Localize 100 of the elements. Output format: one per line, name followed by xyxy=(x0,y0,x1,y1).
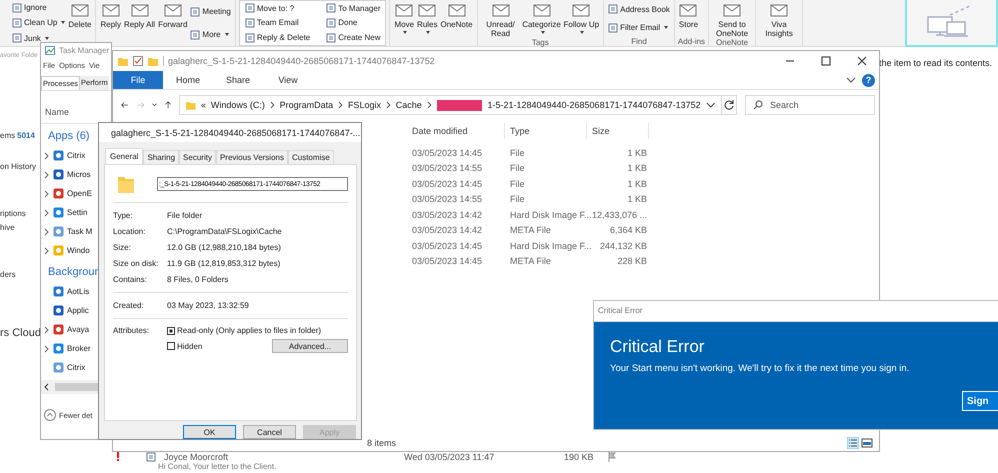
breadcrumb[interactable]: ProgramData xyxy=(280,100,334,110)
folder-label[interactable]: riptions xyxy=(0,209,26,218)
ribbon-tab[interactable]: Home xyxy=(163,71,213,89)
checkbox[interactable] xyxy=(167,342,175,350)
ribbon-button[interactable]: More xyxy=(189,29,232,40)
tab[interactable]: Customise xyxy=(288,150,334,164)
folder-label[interactable]: rs Cloud xyxy=(0,327,40,339)
process-name[interactable]: Micros xyxy=(67,170,91,179)
chevron-icon xyxy=(426,101,432,109)
process-name[interactable]: Task M xyxy=(67,227,92,236)
ribbon-tab[interactable]: View xyxy=(263,71,313,89)
field-label: Attributes: xyxy=(113,326,150,338)
flag-icon[interactable] xyxy=(608,452,616,462)
close-icon[interactable] xyxy=(857,56,867,66)
dialog-button[interactable]: Cancel xyxy=(243,425,296,439)
folder-label[interactable]: ders xyxy=(0,270,16,279)
error-heading: Critical Error xyxy=(610,337,706,357)
process-name[interactable]: Settin xyxy=(67,208,88,217)
checkbox-label[interactable]: Read-only (Only applies to files in folder) xyxy=(177,326,322,336)
process-name[interactable]: Windo xyxy=(67,246,90,255)
ribbon-button[interactable]: Filter Email xyxy=(607,22,671,34)
ribbon-button[interactable]: Meeting xyxy=(189,6,232,17)
search-field[interactable]: Search xyxy=(745,95,875,115)
column-header[interactable]: Date modified xyxy=(407,123,505,139)
folder-icon xyxy=(118,56,128,66)
folder-icon xyxy=(148,56,158,66)
ribbon-button[interactable]: OneNote xyxy=(440,0,474,29)
process-name[interactable]: OpenE xyxy=(67,189,92,198)
column-header[interactable]: Type xyxy=(505,123,587,139)
checkbox-label[interactable]: Hidden xyxy=(177,342,202,351)
dialog-button[interactable]: OK xyxy=(183,425,236,439)
ribbon-tab[interactable]: Share xyxy=(213,71,263,89)
help-button[interactable]: ? xyxy=(862,74,875,86)
ribbon-button[interactable]: Reply & Delete xyxy=(244,32,312,44)
folder-label[interactable]: ems xyxy=(0,131,16,140)
ribbon-button[interactable]: Done xyxy=(325,17,382,28)
field-value: 8 Files, 0 Folders xyxy=(167,275,230,284)
chevron-down-icon xyxy=(846,76,856,84)
tab[interactable]: Security xyxy=(179,150,216,164)
ribbon-button[interactable]: Forward xyxy=(157,0,188,29)
table-cell-text: 03/05/2023 14:42 xyxy=(411,225,484,236)
tab[interactable]: Sharing xyxy=(143,150,180,164)
ribbon-button[interactable]: Store xyxy=(678,0,700,29)
received-date: Wed 03/05/2023 11:47 xyxy=(404,452,496,462)
collapse-icon xyxy=(44,409,56,421)
ribbon-button[interactable]: Address Book xyxy=(607,4,671,15)
ribbon-button[interactable]: To Manager xyxy=(325,2,382,14)
document-icon xyxy=(12,2,22,13)
ribbon-button[interactable]: Delete xyxy=(67,0,92,29)
ribbon-button[interactable]: Send to OneNote xyxy=(712,0,752,38)
refresh-button[interactable] xyxy=(721,95,737,115)
process-name[interactable]: AotLis xyxy=(67,287,90,296)
group-label: Tags xyxy=(530,38,550,47)
folder-label[interactable]: on History xyxy=(0,162,36,171)
back-icon[interactable] xyxy=(121,100,128,110)
ribbon-tab[interactable]: File xyxy=(113,71,163,89)
app-icon xyxy=(53,305,64,316)
ribbon-button[interactable]: Team Email xyxy=(244,17,312,28)
ribbon-button[interactable]: Ignore xyxy=(11,2,66,14)
process-name[interactable]: Citrix xyxy=(67,151,86,160)
window-title: galagherc_S-1-5-21-1284049440-2685068171-1744076847-... xyxy=(111,128,360,138)
breadcrumb[interactable]: Cache xyxy=(396,100,422,110)
document-icon xyxy=(244,18,255,28)
message-size: 190 KB xyxy=(564,452,595,462)
tab[interactable]: General xyxy=(105,148,144,164)
ribbon-button[interactable]: Create New xyxy=(325,32,382,44)
ribbon-button[interactable]: Rules xyxy=(416,0,438,34)
ribbon-button[interactable]: Follow Up xyxy=(562,0,600,34)
up-icon[interactable] xyxy=(165,99,172,111)
thumbnail-view-icon[interactable] xyxy=(861,437,873,449)
chevron-down-icon[interactable] xyxy=(152,101,157,109)
process-name[interactable]: Citrix xyxy=(67,363,86,372)
process-name[interactable]: Broker xyxy=(67,344,91,353)
process-name[interactable]: Avaya xyxy=(67,325,90,334)
ribbon-button[interactable]: Reply xyxy=(99,0,122,29)
ribbon-button[interactable]: Unread/ Read xyxy=(480,0,521,38)
breadcrumb[interactable]: 1-5-21-1284049440-2685068171-1744076847-13752 xyxy=(487,100,701,110)
breadcrumb[interactable]: FSLogix xyxy=(348,100,381,110)
maximize-icon[interactable] xyxy=(821,56,831,66)
ribbon-button[interactable]: Reply All xyxy=(122,0,156,29)
sign-out-button[interactable]: Sign xyxy=(962,391,998,411)
column-header[interactable]: Size xyxy=(587,123,649,139)
checkbox[interactable] xyxy=(167,326,175,335)
ribbon-button[interactable]: Categorize xyxy=(522,0,562,34)
process-name[interactable]: Applic xyxy=(67,306,89,315)
folder-label[interactable]: hive xyxy=(0,223,15,232)
breadcrumb[interactable]: Windows (C:) xyxy=(210,100,265,110)
table-cell-text: 03/05/2023 14:45 xyxy=(411,148,484,158)
overflow-crumb[interactable]: « xyxy=(200,100,206,110)
ribbon-button[interactable]: Move to: ? xyxy=(244,2,312,14)
app-icon xyxy=(53,286,64,297)
details-view-icon[interactable] xyxy=(847,437,859,449)
address-bar[interactable]: « Windows (C:) ProgramData FSLogix Cache 1-5-21-1284049440-2685068171-1744076847-13752 xyxy=(179,95,722,115)
ribbon-button[interactable]: Viva Insights xyxy=(759,0,800,38)
advanced-button[interactable]: Advanced... xyxy=(272,339,348,354)
tab[interactable]: Previous Versions xyxy=(216,150,288,164)
document-icon xyxy=(244,32,255,43)
ribbon-button[interactable]: Clean Up xyxy=(11,17,66,28)
ribbon-button[interactable]: Move xyxy=(393,0,416,34)
chart-icon xyxy=(45,46,55,55)
